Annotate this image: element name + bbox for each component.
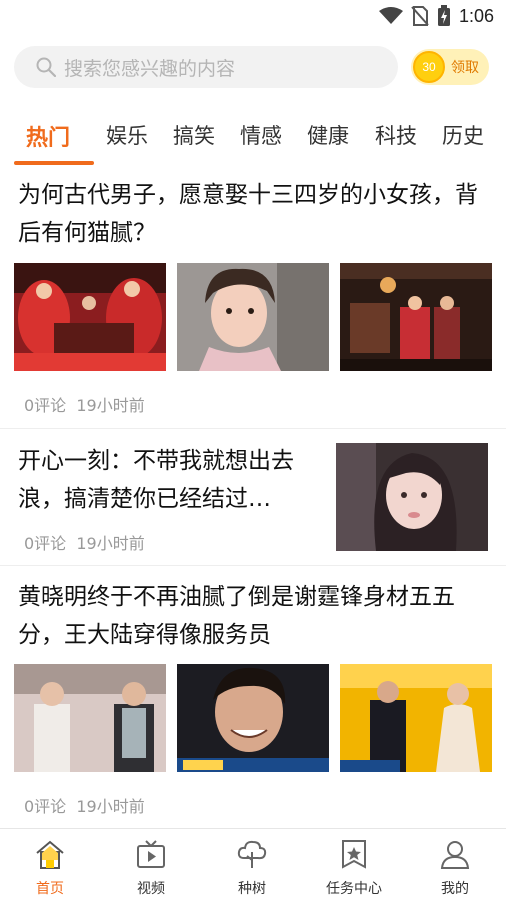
article-title: 开心一刻：不带我就想出去浪，搞清楚你已经结过… — [18, 448, 294, 512]
nav-label: 我的 — [441, 881, 469, 897]
reward-label: 领取 — [451, 60, 479, 76]
search-icon — [36, 57, 56, 77]
publish-time: 19小时前 — [76, 534, 145, 553]
divider — [0, 565, 506, 566]
status-bar: 1:06 — [0, 0, 506, 34]
article-image — [177, 664, 329, 772]
article-card[interactable]: 黄晓明终于不再油腻了倒是谢霆锋身材五五分，王大陆穿得像服务员 0评论 19小时前 — [0, 578, 506, 824]
article-meta: 0评论 19小时前 — [24, 392, 145, 416]
bottom-nav: 首页 视频 种树 任务中心 我的 — [0, 828, 506, 900]
search-placeholder: 搜索您感兴趣的内容 — [64, 57, 236, 80]
comment-count: 0评论 — [24, 534, 67, 553]
article-image — [340, 664, 492, 772]
article-image-row — [14, 664, 492, 772]
status-time: 1:06 — [458, 5, 494, 26]
task-icon — [342, 840, 366, 869]
tab-emotion[interactable]: 情感 — [240, 120, 282, 150]
coin-icon: 30 — [413, 51, 445, 83]
nav-label: 种树 — [238, 881, 266, 897]
no-sim-icon — [411, 6, 429, 26]
video-icon — [137, 840, 165, 868]
tab-funny[interactable]: 搞笑 — [173, 120, 215, 150]
profile-icon — [440, 841, 470, 869]
article-image — [14, 664, 166, 772]
nav-label: 首页 — [36, 881, 64, 897]
wifi-icon — [378, 7, 403, 24]
article-title: 黄晓明终于不再油腻了倒是谢霆锋身材五五分，王大陆穿得像服务员 — [18, 584, 455, 648]
nav-label: 视频 — [137, 881, 165, 897]
nav-task-center[interactable]: 任务中心 — [314, 837, 394, 898]
tab-health[interactable]: 健康 — [307, 120, 349, 150]
article-image — [14, 263, 166, 371]
article-card[interactable]: 开心一刻：不带我就想出去浪，搞清楚你已经结过… 0评论 19小时前 — [0, 428, 506, 565]
tab-hot[interactable]: 热门 — [26, 120, 70, 152]
tab-entertainment[interactable]: 娱乐 — [106, 120, 148, 150]
article-card[interactable]: 为何古代男子，愿意娶十三四岁的小女孩，背后有何猫腻？ 0评论 19小时前 — [0, 176, 506, 426]
publish-time: 19小时前 — [76, 396, 145, 415]
nav-video[interactable]: 视频 — [111, 837, 191, 898]
article-image-row — [14, 263, 492, 371]
nav-plant-tree[interactable]: 种树 — [212, 837, 292, 898]
article-meta: 0评论 19小时前 — [24, 793, 145, 817]
nav-profile[interactable]: 我的 — [415, 837, 495, 898]
search-input[interactable]: 搜索您感兴趣的内容 — [14, 46, 398, 88]
article-meta: 0评论 19小时前 — [24, 530, 145, 554]
publish-time: 19小时前 — [76, 797, 145, 816]
tab-history[interactable]: 历史 — [442, 120, 484, 150]
article-image — [340, 263, 492, 371]
active-tab-indicator — [14, 161, 94, 165]
article-image — [336, 443, 488, 551]
comment-count: 0评论 — [24, 396, 67, 415]
article-image — [177, 263, 329, 371]
reward-claim-button[interactable]: 30 领取 — [411, 49, 489, 85]
tab-tech[interactable]: 科技 — [375, 120, 417, 150]
comment-count: 0评论 — [24, 797, 67, 816]
article-title: 为何古代男子，愿意娶十三四岁的小女孩，背后有何猫腻？ — [18, 182, 478, 246]
nav-home[interactable]: 首页 — [10, 837, 90, 898]
tree-icon — [237, 840, 267, 868]
nav-label: 任务中心 — [326, 881, 382, 897]
category-tabs: 热门 娱乐 搞笑 情感 健康 科技 历史 — [0, 110, 506, 166]
home-icon — [36, 840, 64, 869]
coin-value: 30 — [422, 60, 436, 74]
battery-charging-icon — [437, 5, 450, 26]
status-icons: 1:06 — [378, 5, 494, 27]
